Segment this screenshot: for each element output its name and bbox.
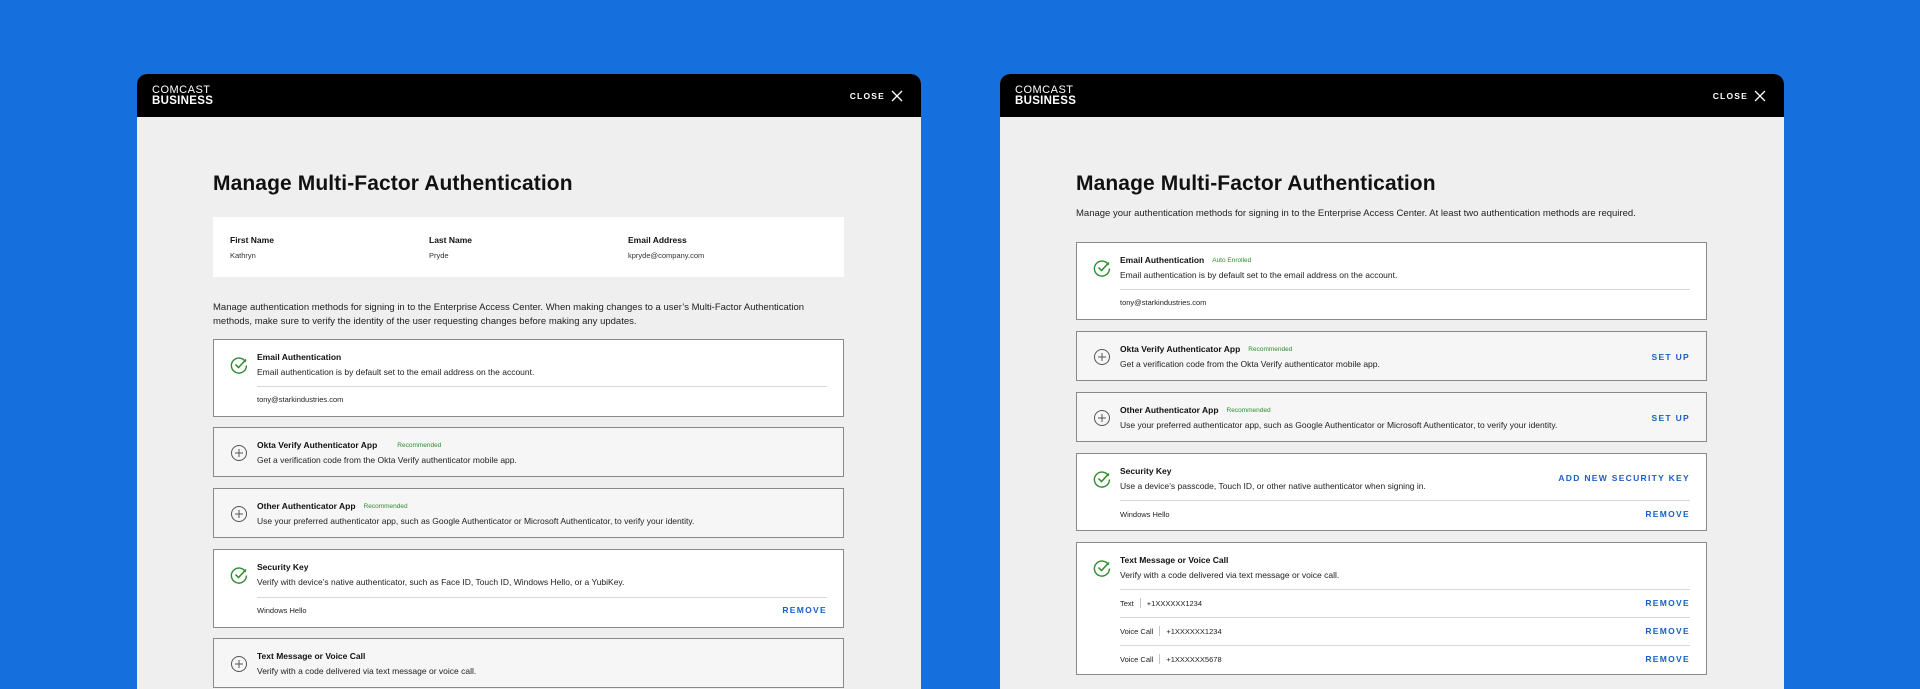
user-info-box: First Name Kathryn Last Name Pryde Email… (213, 217, 844, 277)
card-title: Email Authentication (257, 352, 342, 362)
card-title: Okta Verify Authenticator App (1120, 344, 1241, 354)
card-description: Get a verification code from the Okta Ve… (1120, 359, 1380, 369)
check-circle-icon (230, 567, 248, 584)
divider (257, 597, 827, 598)
email-auth-card: Email Authentication Auto Enrolled Email … (1076, 242, 1707, 320)
comcast-business-logo: COMCAST BUSINESS (152, 83, 214, 107)
card-description: Email authentication is by default set t… (1120, 270, 1398, 280)
plus-circle-icon (231, 656, 247, 672)
remove-button[interactable]: REMOVE (1645, 654, 1690, 664)
recommended-badge: Recommended (363, 502, 408, 510)
card-title: Text Message or Voice Call (257, 651, 366, 661)
plus-circle-icon (231, 506, 247, 522)
recommended-badge: Recommended (1226, 406, 1271, 414)
plus-circle-icon (1094, 410, 1110, 426)
phone-type: Text (1120, 598, 1134, 608)
divider (1120, 645, 1690, 646)
card-title: Security Key (1120, 466, 1172, 476)
divider (257, 386, 827, 387)
page-title: Manage Multi-Factor Authentication (1076, 172, 1436, 195)
comcast-business-logo: COMCAST BUSINESS (1015, 83, 1077, 107)
phone-row: Text +1XXXXXX1234 REMOVE (1120, 598, 1690, 608)
email-value: tony@starkindustries.com (257, 395, 344, 404)
close-icon (1754, 90, 1766, 101)
email-auth-card: Email Authentication Email authenticatio… (213, 339, 844, 417)
first-name-label: First Name (230, 235, 274, 245)
modal-header: COMCAST BUSINESS CLOSE (1000, 74, 1784, 117)
phone-number: +1XXXXXX5678 (1166, 654, 1222, 664)
mfa-modal-user: COMCAST BUSINESS CLOSE Manage Multi-Fact… (1000, 74, 1784, 689)
intro-text: Manage your authentication methods for s… (1076, 208, 1636, 219)
intro-text: Manage authentication methods for signin… (213, 302, 805, 327)
separator (1159, 654, 1161, 664)
email-address-value: kpryde@company.com (628, 251, 705, 260)
mfa-modal-admin: COMCAST BUSINESS CLOSE Manage Multi-Fact… (137, 74, 921, 689)
remove-button[interactable]: REMOVE (1645, 598, 1690, 608)
separator (1139, 598, 1141, 608)
phone-row: Voice Call +1XXXXXX5678 REMOVE (1120, 654, 1690, 664)
page-title: Manage Multi-Factor Authentication (213, 172, 573, 195)
phone-type: Voice Call (1120, 626, 1154, 636)
card-description: Use your preferred authenticator app, su… (1120, 420, 1558, 430)
check-circle-icon (230, 357, 248, 374)
other-authenticator-setup-button[interactable]: SET UP (1651, 413, 1690, 423)
card-description: Get a verification code from the Okta Ve… (257, 455, 517, 465)
divider (1120, 289, 1690, 290)
modal-header: COMCAST BUSINESS CLOSE (137, 74, 921, 117)
phone-row: Voice Call +1XXXXXX1234 REMOVE (1120, 626, 1690, 636)
last-name-value: Pryde (429, 251, 449, 260)
add-security-key-button[interactable]: ADD NEW SECURITY KEY (1558, 473, 1690, 483)
phone-number: +1XXXXXX1234 (1166, 626, 1222, 636)
remove-button[interactable]: REMOVE (1645, 626, 1690, 636)
check-circle-icon (1093, 471, 1111, 488)
auto-enrolled-badge: Auto Enrolled (1212, 256, 1252, 264)
close-button[interactable]: CLOSE (1713, 90, 1766, 102)
security-key-name: Windows Hello (257, 605, 307, 615)
card-title: Security Key (257, 562, 309, 572)
divider (1120, 617, 1690, 618)
other-authenticator-card: Other Authenticator App Recommended Use y… (1076, 392, 1707, 442)
card-title: Email Authentication (1120, 255, 1205, 265)
card-description: Verify with a code delivered via text me… (1120, 570, 1340, 580)
card-title: Okta Verify Authenticator App (257, 440, 378, 450)
card-description: Use your preferred authenticator app, su… (257, 516, 695, 526)
last-name-label: Last Name (429, 235, 472, 245)
card-title: Text Message or Voice Call (1120, 555, 1229, 565)
recommended-badge: Recommended (397, 441, 442, 449)
plus-circle-icon (231, 445, 247, 461)
card-description: Email authentication is by default set t… (257, 367, 535, 377)
check-circle-icon (1093, 560, 1111, 577)
recommended-badge: Recommended (1248, 345, 1293, 353)
remove-button[interactable]: REMOVE (1645, 509, 1690, 519)
divider (1120, 500, 1690, 501)
card-title: Other Authenticator App (257, 501, 356, 511)
text-voice-card: Text Message or Voice Call Verify with a… (1076, 542, 1707, 675)
close-icon (891, 90, 903, 101)
first-name-value: Kathryn (230, 251, 256, 260)
okta-verify-card: Okta Verify Authenticator App Recommended… (1076, 331, 1707, 381)
check-circle-icon (1093, 260, 1111, 277)
remove-button[interactable]: REMOVE (782, 605, 827, 615)
card-title: Other Authenticator App (1120, 405, 1219, 415)
okta-setup-button[interactable]: SET UP (1651, 352, 1690, 362)
separator (1159, 626, 1161, 636)
phone-type: Voice Call (1120, 654, 1154, 664)
security-key-card: Security Key Use a device’s passcode, To… (1076, 453, 1707, 531)
okta-verify-card[interactable]: Okta Verify Authenticator App Recommended… (213, 427, 844, 477)
security-key-card: Security Key Verify with device’s native… (213, 549, 844, 628)
email-value: tony@starkindustries.com (1120, 298, 1207, 307)
card-description: Verify with a code delivered via text me… (257, 666, 477, 676)
security-key-name: Windows Hello (1120, 509, 1170, 519)
plus-circle-icon (1094, 349, 1110, 365)
card-description: Verify with device’s native authenticato… (257, 577, 625, 587)
divider (1120, 589, 1690, 590)
text-voice-card[interactable]: Text Message or Voice Call Verify with a… (213, 638, 844, 688)
email-address-label: Email Address (628, 235, 687, 245)
other-authenticator-card[interactable]: Other Authenticator App Recommended Use y… (213, 488, 844, 538)
close-button[interactable]: CLOSE (850, 90, 903, 102)
phone-number: +1XXXXXX1234 (1146, 598, 1203, 608)
